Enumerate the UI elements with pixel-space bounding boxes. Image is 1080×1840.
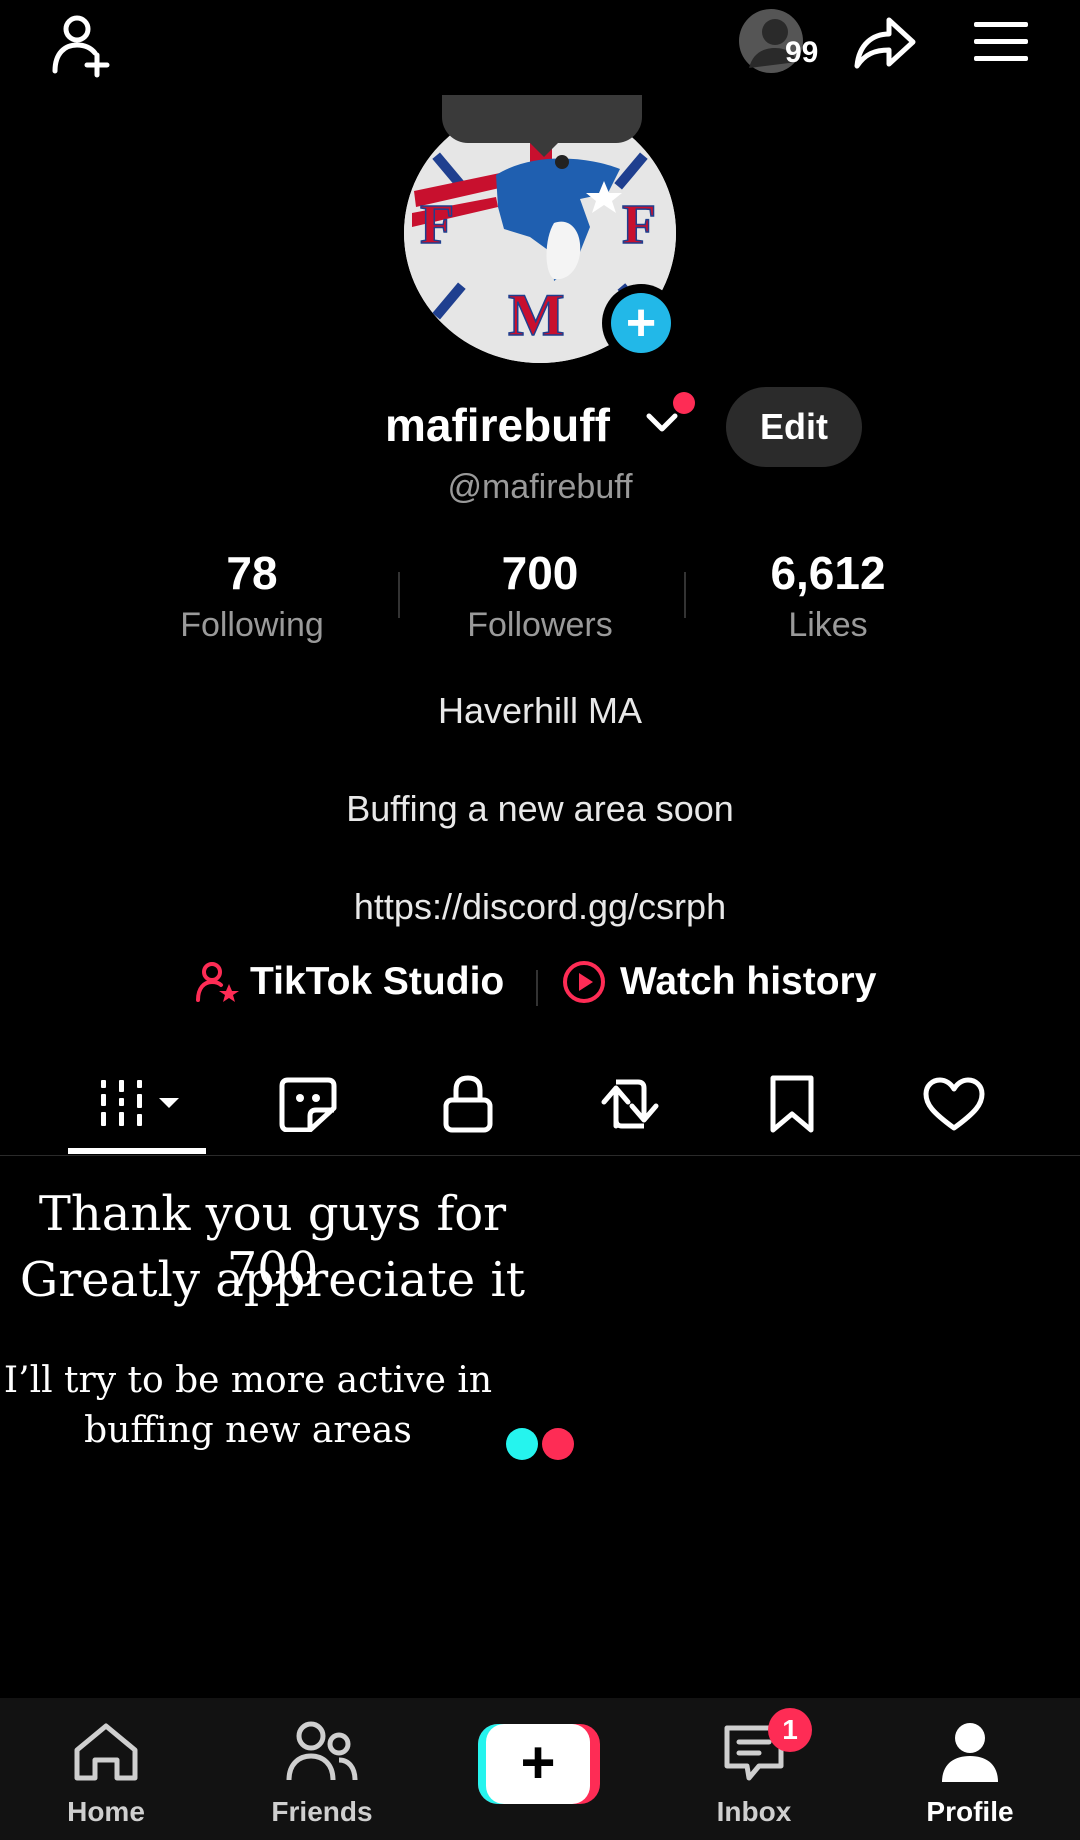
tab-private[interactable]	[418, 1062, 518, 1146]
add-user-icon[interactable]	[44, 6, 120, 82]
stat-likes[interactable]: 6,612 Likes	[698, 546, 958, 645]
tab-reposts[interactable]	[580, 1062, 680, 1146]
stat-value: 700	[501, 547, 579, 599]
stat-label: Followers	[467, 606, 613, 644]
tiktok-studio-link[interactable]: TikTok Studio	[196, 960, 504, 1004]
lock-icon	[443, 1075, 493, 1133]
tab-videos[interactable]	[86, 1062, 196, 1146]
stat-following[interactable]: 78 Following	[122, 546, 382, 645]
svg-text:M: M	[508, 282, 565, 348]
active-tab-indicator	[68, 1148, 206, 1154]
stat-followers[interactable]: 700 Followers	[410, 546, 670, 645]
history-label: Watch history	[620, 960, 877, 1003]
stat-value: 78	[226, 547, 278, 599]
avatar-tooltip	[442, 95, 642, 157]
sticker-icon	[279, 1077, 337, 1132]
menu-icon[interactable]	[970, 14, 1032, 70]
stat-divider	[398, 572, 400, 618]
username-handle: @mafirebuff	[447, 468, 633, 506]
plus-icon: +	[486, 1724, 590, 1804]
tab-favorites[interactable]	[742, 1062, 842, 1146]
studio-icon	[196, 960, 240, 1004]
svg-text:F: F	[622, 194, 656, 256]
chevron-down-icon[interactable]	[645, 410, 679, 439]
heart-icon	[923, 1077, 985, 1131]
bio-text: Buffing a new area soon	[346, 788, 734, 829]
bio-link[interactable]: https://discord.gg/csrph	[0, 886, 1080, 928]
create-button[interactable]: +	[478, 1724, 600, 1804]
stat-label: Following	[180, 606, 324, 644]
bottom-navigation: Home Friends + Inbox Profile	[0, 1698, 1080, 1840]
tab-stickers[interactable]	[258, 1062, 358, 1146]
nav-profile-label: Profile	[926, 1796, 1014, 1827]
stat-value: 6,612	[770, 547, 886, 599]
repost-icon	[601, 1079, 659, 1129]
display-name[interactable]: mafirebuff	[385, 398, 610, 452]
notification-count: 99	[785, 36, 819, 69]
notification-dot	[673, 392, 695, 414]
stat-label: Likes	[788, 606, 868, 644]
nav-home[interactable]: Home	[16, 1698, 196, 1840]
studio-label: TikTok Studio	[250, 960, 505, 1003]
friends-icon	[285, 1720, 359, 1789]
plus-icon: +	[611, 293, 671, 353]
content-tabs	[0, 1062, 1080, 1154]
post-line-3: I’ll try to be more active in	[3, 1360, 493, 1401]
bio-location: Haverhill MA	[437, 690, 643, 731]
tabs-divider	[0, 1155, 1080, 1156]
watch-history-link[interactable]: Watch history	[562, 960, 876, 1004]
post-line-4: buffing new areas	[84, 1410, 412, 1451]
loading-dot-cyan	[506, 1428, 538, 1460]
quick-links-divider	[536, 970, 538, 1006]
profile-icon	[938, 1720, 1002, 1789]
tooltip-dot	[555, 155, 569, 169]
edit-profile-button[interactable]: Edit	[726, 387, 862, 467]
nav-home-label: Home	[67, 1796, 145, 1827]
nav-profile[interactable]: Profile	[880, 1698, 1060, 1840]
tab-liked[interactable]	[904, 1062, 1004, 1146]
nav-inbox-label: Inbox	[716, 1796, 792, 1827]
share-icon[interactable]	[850, 10, 920, 74]
stat-divider	[684, 572, 686, 618]
post-line-2: Greatly appreciate it	[19, 1252, 526, 1308]
play-circle-icon	[562, 960, 606, 1004]
bookmark-icon	[770, 1075, 814, 1133]
videos-grid-icon	[101, 1080, 179, 1126]
loading-dot-red	[542, 1428, 574, 1460]
inbox-badge: 1	[768, 1708, 812, 1752]
svg-text:F: F	[420, 194, 454, 256]
nav-inbox[interactable]: Inbox	[664, 1698, 844, 1840]
nav-friends[interactable]: Friends	[232, 1698, 412, 1840]
add-avatar-button[interactable]: +	[602, 284, 680, 362]
home-icon	[71, 1720, 141, 1789]
quick-links-row: TikTok Studio Watch history	[0, 960, 1080, 1020]
nav-friends-label: Friends	[271, 1796, 373, 1827]
